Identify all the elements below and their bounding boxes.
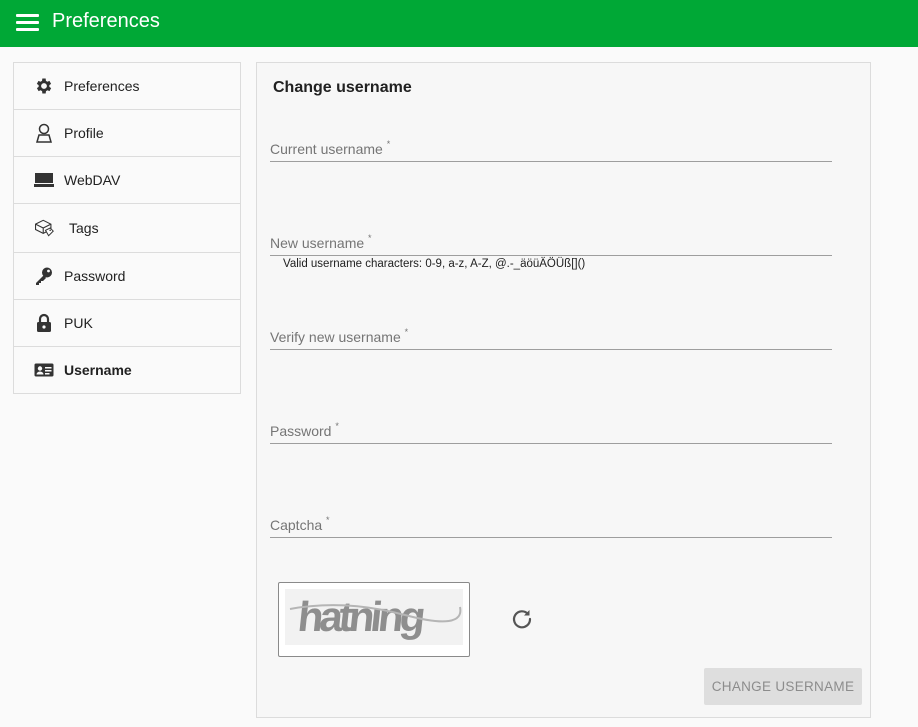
sidebar-item-label: PUK xyxy=(64,315,93,331)
field-label: New username * xyxy=(270,233,372,251)
svg-text:hatning: hatning xyxy=(296,593,426,640)
password-input[interactable] xyxy=(270,443,832,444)
sidebar-item-webdav[interactable]: WebDAV xyxy=(14,157,240,204)
new-username-field[interactable]: New username * xyxy=(270,233,845,253)
sidebar-item-label: Preferences xyxy=(64,78,140,94)
sidebar-item-password[interactable]: Password xyxy=(14,253,240,300)
change-username-panel: Change username Current username * New u… xyxy=(256,62,871,718)
sidebar-item-profile[interactable]: Profile xyxy=(14,110,240,157)
sidebar-item-username[interactable]: Username xyxy=(14,347,240,393)
verify-username-field[interactable]: Verify new username * xyxy=(270,327,845,347)
app-header: Preferences xyxy=(0,0,918,47)
app-title: Preferences xyxy=(52,10,160,32)
tags-icon xyxy=(34,218,54,238)
hamburger-menu-icon[interactable] xyxy=(16,14,39,32)
verify-username-input[interactable] xyxy=(270,349,832,350)
current-username-field[interactable]: Current username * xyxy=(270,139,845,159)
sidebar-item-label: WebDAV xyxy=(64,172,121,188)
change-username-button[interactable]: CHANGE USERNAME xyxy=(704,668,862,705)
sidebar-item-tags[interactable]: Tags xyxy=(14,204,240,253)
panel-title: Change username xyxy=(273,79,412,96)
person-icon xyxy=(34,123,54,143)
captcha-image: hatning xyxy=(278,582,470,657)
field-label: Password * xyxy=(270,421,339,439)
key-icon xyxy=(34,266,54,286)
gear-icon xyxy=(34,76,54,96)
captcha-input[interactable] xyxy=(270,537,832,538)
current-username-input[interactable] xyxy=(270,161,832,162)
captcha-picture: hatning xyxy=(285,589,463,645)
id-card-icon xyxy=(34,360,54,380)
sidebar-item-puk[interactable]: PUK xyxy=(14,300,240,347)
field-label: Current username * xyxy=(270,139,391,157)
field-label: Captcha * xyxy=(270,515,330,533)
captcha-field[interactable]: Captcha * xyxy=(270,515,845,535)
sidebar-item-label: Tags xyxy=(69,220,99,236)
sidebar-item-label: Profile xyxy=(64,125,104,141)
sidebar-item-label: Password xyxy=(64,268,126,284)
sidebar-item-label: Username xyxy=(64,362,132,378)
sidebar-item-preferences[interactable]: Preferences xyxy=(14,63,240,110)
sidebar-nav: Preferences Profile WebDAV Tags Password… xyxy=(13,62,241,394)
drive-icon xyxy=(34,170,54,190)
lock-icon xyxy=(34,313,54,333)
username-hint: Valid username characters: 0-9, a-z, A-Z… xyxy=(283,258,586,270)
field-label: Verify new username * xyxy=(270,327,409,345)
new-username-input[interactable] xyxy=(270,255,832,256)
password-field[interactable]: Password * xyxy=(270,421,845,441)
refresh-icon[interactable] xyxy=(510,607,534,631)
